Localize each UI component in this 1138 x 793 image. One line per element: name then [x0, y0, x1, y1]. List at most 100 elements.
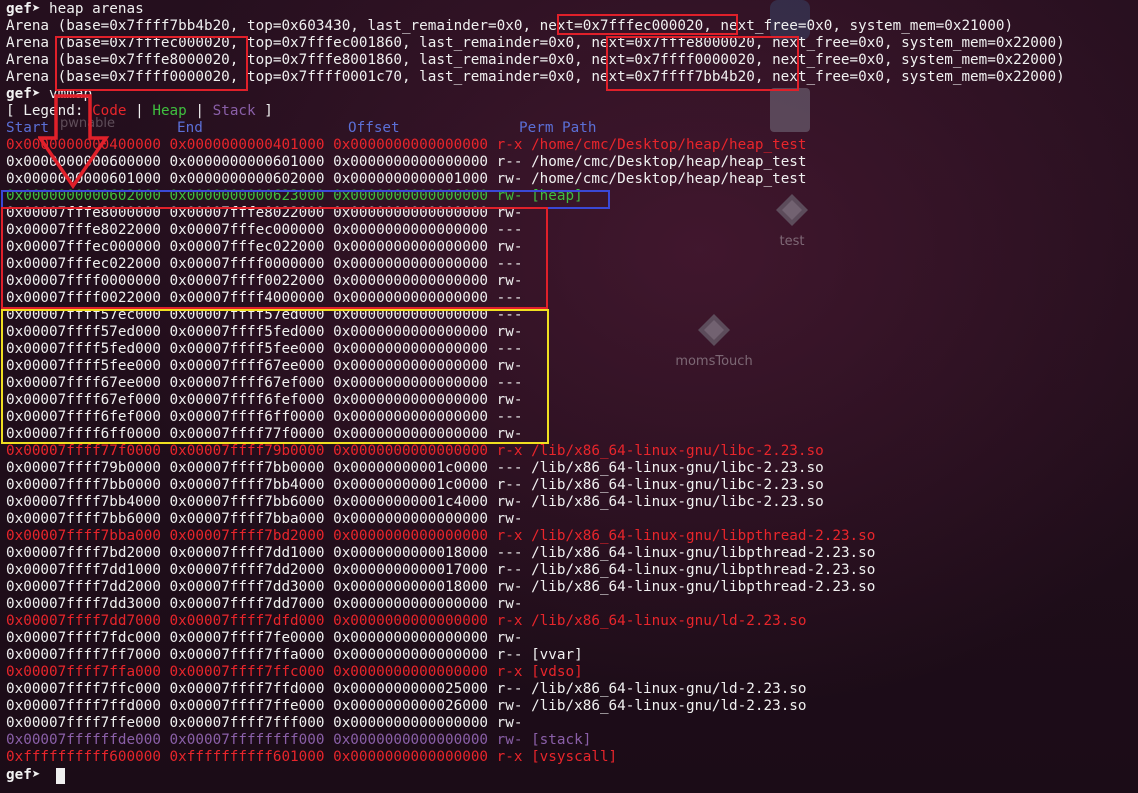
- arena-line: Arena (base=0x7ffff7bb4b20, top=0x603430…: [6, 18, 1014, 34]
- command-line-current[interactable]: gef➤: [6, 767, 49, 784]
- cell-end: 0x00007ffff7dfd000: [169, 613, 325, 629]
- vmmap-row: 0x00007ffff7ffc000 0x00007ffff7ffd000 0x…: [6, 681, 807, 698]
- prompt: gef➤: [6, 767, 41, 783]
- header-perm: Perm: [519, 120, 554, 136]
- cell-perm: rw-: [496, 579, 523, 595]
- header-path: Path: [562, 120, 597, 136]
- desktop-icon-c-source[interactable]: [770, 88, 810, 138]
- header-end: End: [177, 120, 203, 136]
- cell-path: [vsyscall]: [531, 749, 618, 765]
- arena-line: Arena (base=0x7ffff0000020, top=0x7ffff0…: [6, 69, 1065, 85]
- cell-start: 0x0000000000602000: [6, 188, 161, 204]
- cell-offset: 0x0000000000000000: [333, 205, 489, 221]
- command-text: heap arenas: [49, 1, 144, 17]
- cell-offset: 0x0000000000000000: [333, 409, 489, 425]
- cell-path: /lib/x86_64-linux-gnu/ld-2.23.so: [531, 613, 807, 629]
- cell-path: [vvar]: [531, 647, 583, 663]
- cell-offset: 0x0000000000000000: [333, 664, 489, 680]
- vmmap-row: 0x00007ffff7bb6000 0x00007ffff7bba000 0x…: [6, 511, 531, 528]
- terminal-cursor: [56, 768, 65, 784]
- cell-perm: rw-: [496, 324, 523, 340]
- command-line-arenas: gef➤ heap arenas: [6, 1, 144, 18]
- cell-perm: ---: [496, 222, 523, 238]
- cell-perm: r--: [496, 477, 523, 493]
- cell-offset: 0x00000000001c0000: [333, 460, 489, 476]
- cell-offset: 0x0000000000000000: [333, 647, 489, 663]
- cell-start: 0x00007ffff7bb4000: [6, 494, 161, 510]
- vmmap-row: 0x00007ffff7bb4000 0x00007ffff7bb6000 0x…: [6, 494, 824, 511]
- desktop-icon-momstouch[interactable]: momsTouch: [672, 312, 756, 369]
- cell-perm: ---: [496, 545, 523, 561]
- cell-offset: 0x0000000000000000: [333, 358, 489, 374]
- vmmap-row: 0x00007ffff7bba000 0x00007ffff7bd2000 0x…: [6, 528, 875, 545]
- cell-end: 0x00007ffff7bb6000: [169, 494, 325, 510]
- cell-start: 0xffffffffff600000: [6, 749, 161, 765]
- prompt: gef➤: [6, 1, 41, 17]
- cell-start: 0x00007ffff7bd2000: [6, 545, 161, 561]
- cell-offset: 0x0000000000026000: [333, 698, 489, 714]
- cell-end: 0x00007ffffffff000: [169, 732, 325, 748]
- desktop-icon-test-label: test: [779, 234, 805, 249]
- cell-start: 0x00007ffff0000000: [6, 273, 161, 289]
- cell-start: 0x00007ffff77f0000: [6, 443, 161, 459]
- cell-start: 0x00007ffff7dd3000: [6, 596, 161, 612]
- desktop-icon-test[interactable]: test: [774, 192, 810, 249]
- cell-offset: 0x0000000000000000: [333, 137, 489, 153]
- cell-start: 0x00007ffff7bb6000: [6, 511, 161, 527]
- prompt: gef➤: [6, 86, 41, 102]
- vmmap-row: 0x00007ffff5fee000 0x00007ffff67ee000 0x…: [6, 358, 531, 375]
- vmmap-row: 0x00007ffff77f0000 0x00007ffff79b0000 0x…: [6, 443, 824, 460]
- cell-end: 0x00007ffff67ef000: [169, 375, 325, 391]
- cell-perm: rw-: [496, 239, 523, 255]
- cell-offset: 0x0000000000000000: [333, 188, 489, 204]
- cell-perm: rw-: [496, 171, 523, 187]
- vmmap-row: 0x00007ffff6ff0000 0x00007ffff77f0000 0x…: [6, 426, 531, 443]
- cell-perm: rw-: [496, 205, 523, 221]
- cell-end: 0x00007fffe8022000: [169, 205, 325, 221]
- cell-perm: ---: [496, 409, 523, 425]
- cell-perm: r-x: [496, 749, 523, 765]
- cell-offset: 0x0000000000000000: [333, 154, 489, 170]
- cell-start: 0x00007ffff57ec000: [6, 307, 161, 323]
- cell-offset: 0x0000000000000000: [333, 749, 489, 765]
- vmmap-row: 0x00007ffff57ed000 0x00007ffff5fed000 0x…: [6, 324, 531, 341]
- cell-perm: r--: [496, 681, 523, 697]
- cell-end: 0x0000000000602000: [169, 171, 325, 187]
- cell-offset: 0x0000000000000000: [333, 613, 489, 629]
- vmmap-row: 0x00007ffff5fed000 0x00007ffff5fee000 0x…: [6, 341, 531, 358]
- cell-offset: 0x0000000000000000: [333, 307, 489, 323]
- cell-end: 0x00007ffff4000000: [169, 290, 325, 306]
- cell-start: 0x00007ffff7fdc000: [6, 630, 161, 646]
- cell-end: 0x00007ffff5fed000: [169, 324, 325, 340]
- cell-perm: ---: [496, 290, 523, 306]
- cell-end: 0x00007ffff7dd7000: [169, 596, 325, 612]
- cell-offset: 0x0000000000000000: [333, 375, 489, 391]
- cell-perm: rw-: [496, 511, 523, 527]
- vmmap-row: 0x00007ffff7fdc000 0x00007ffff7fe0000 0x…: [6, 630, 531, 647]
- cell-path: /home/cmc/Desktop/heap/heap_test: [531, 154, 807, 170]
- cell-start: 0x00007ffff67ef000: [6, 392, 161, 408]
- cell-path: [vdso]: [531, 664, 583, 680]
- desktop-icon-momstouch-label: momsTouch: [675, 354, 753, 369]
- cell-end: 0x00007ffff7bb0000: [169, 460, 325, 476]
- vmmap-row: 0x00007ffff7bb0000 0x00007ffff7bb4000 0x…: [6, 477, 824, 494]
- vmmap-row: 0x00007ffffffde000 0x00007ffffffff000 0x…: [6, 732, 591, 749]
- cell-end: 0x00007ffff7fff000: [169, 715, 325, 731]
- cell-perm: rw-: [496, 273, 523, 289]
- cell-offset: 0x0000000000000000: [333, 341, 489, 357]
- cell-start: 0x00007ffffffde000: [6, 732, 161, 748]
- cell-offset: 0x0000000000000000: [333, 511, 489, 527]
- cell-path: /lib/x86_64-linux-gnu/libc-2.23.so: [531, 443, 824, 459]
- cell-start: 0x00007ffff5fed000: [6, 341, 161, 357]
- cell-offset: 0x0000000000000000: [333, 630, 489, 646]
- legend-stack: Stack: [212, 103, 256, 119]
- vmmap-row: 0x00007fffe8022000 0x00007fffec000000 0x…: [6, 222, 531, 239]
- cell-start: 0x00007fffe8000000: [6, 205, 161, 221]
- cell-offset: 0x0000000000000000: [333, 528, 489, 544]
- cell-end: 0x00007ffff7ffe000: [169, 698, 325, 714]
- cell-start: 0x00007ffff5fee000: [6, 358, 161, 374]
- vmmap-row: 0x00007ffff7dd1000 0x00007ffff7dd2000 0x…: [6, 562, 875, 579]
- cell-perm: rw-: [496, 426, 523, 442]
- executable-icon: [698, 314, 730, 346]
- cell-end: 0x00007ffff77f0000: [169, 426, 325, 442]
